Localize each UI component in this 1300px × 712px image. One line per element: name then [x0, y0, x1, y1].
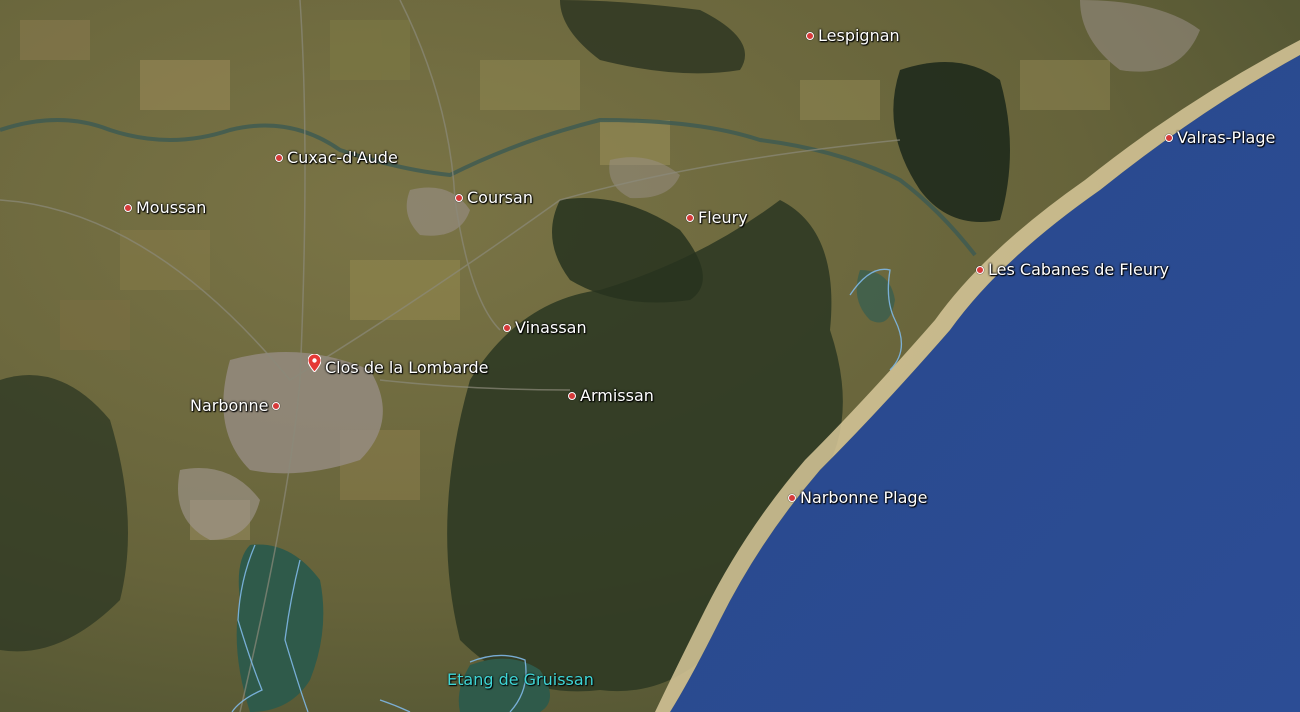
place-label: Narbonne Plage: [800, 488, 928, 507]
place-narbonne-plage[interactable]: Narbonne Plage: [788, 488, 927, 507]
place-dot-icon: [788, 493, 796, 502]
place-dot-icon: [275, 153, 283, 162]
place-label: Cuxac-d'Aude: [287, 148, 398, 167]
place-dot-icon: [272, 401, 281, 410]
place-label: Moussan: [136, 198, 207, 217]
place-coursan[interactable]: Coursan: [455, 188, 533, 207]
place-label: Coursan: [467, 188, 533, 207]
place-les-cabanes-de-fleury[interactable]: Les Cabanes de Fleury: [976, 260, 1169, 279]
place-label: Lespignan: [818, 26, 900, 45]
place-label: Narbonne: [190, 396, 269, 415]
place-valras-plage[interactable]: Valras-Plage: [1165, 128, 1275, 147]
satellite-map[interactable]: Lespignan Valras-Plage Cuxac-d'Aude Cour…: [0, 0, 1300, 712]
place-fleury[interactable]: Fleury: [686, 208, 748, 227]
place-dot-icon: [976, 265, 984, 274]
water-label-etang-de-gruissan[interactable]: Etang de Gruissan: [447, 670, 594, 689]
place-dot-icon: [455, 193, 463, 202]
place-label: Armissan: [580, 386, 654, 405]
place-vinassan[interactable]: Vinassan: [503, 318, 587, 337]
place-dot-icon: [124, 203, 132, 212]
place-lespignan[interactable]: Lespignan: [806, 26, 900, 45]
pin-clos-de-la-lombarde[interactable]: Clos de la Lombarde: [308, 354, 489, 377]
place-narbonne[interactable]: Narbonne: [190, 396, 281, 415]
place-label: Fleury: [698, 208, 748, 227]
satellite-imagery: [0, 0, 1300, 712]
place-dot-icon: [568, 391, 576, 400]
map-pin-icon: [308, 354, 321, 372]
place-dot-icon: [806, 31, 814, 40]
place-label: Vinassan: [515, 318, 587, 337]
place-label: Les Cabanes de Fleury: [988, 260, 1170, 279]
place-cuxac-daude[interactable]: Cuxac-d'Aude: [275, 148, 398, 167]
place-dot-icon: [686, 213, 694, 222]
place-label: Valras-Plage: [1177, 128, 1276, 147]
place-armissan[interactable]: Armissan: [568, 386, 654, 405]
pin-label: Clos de la Lombarde: [325, 358, 489, 377]
place-dot-icon: [1165, 133, 1173, 142]
place-dot-icon: [503, 323, 511, 332]
place-moussan[interactable]: Moussan: [124, 198, 206, 217]
